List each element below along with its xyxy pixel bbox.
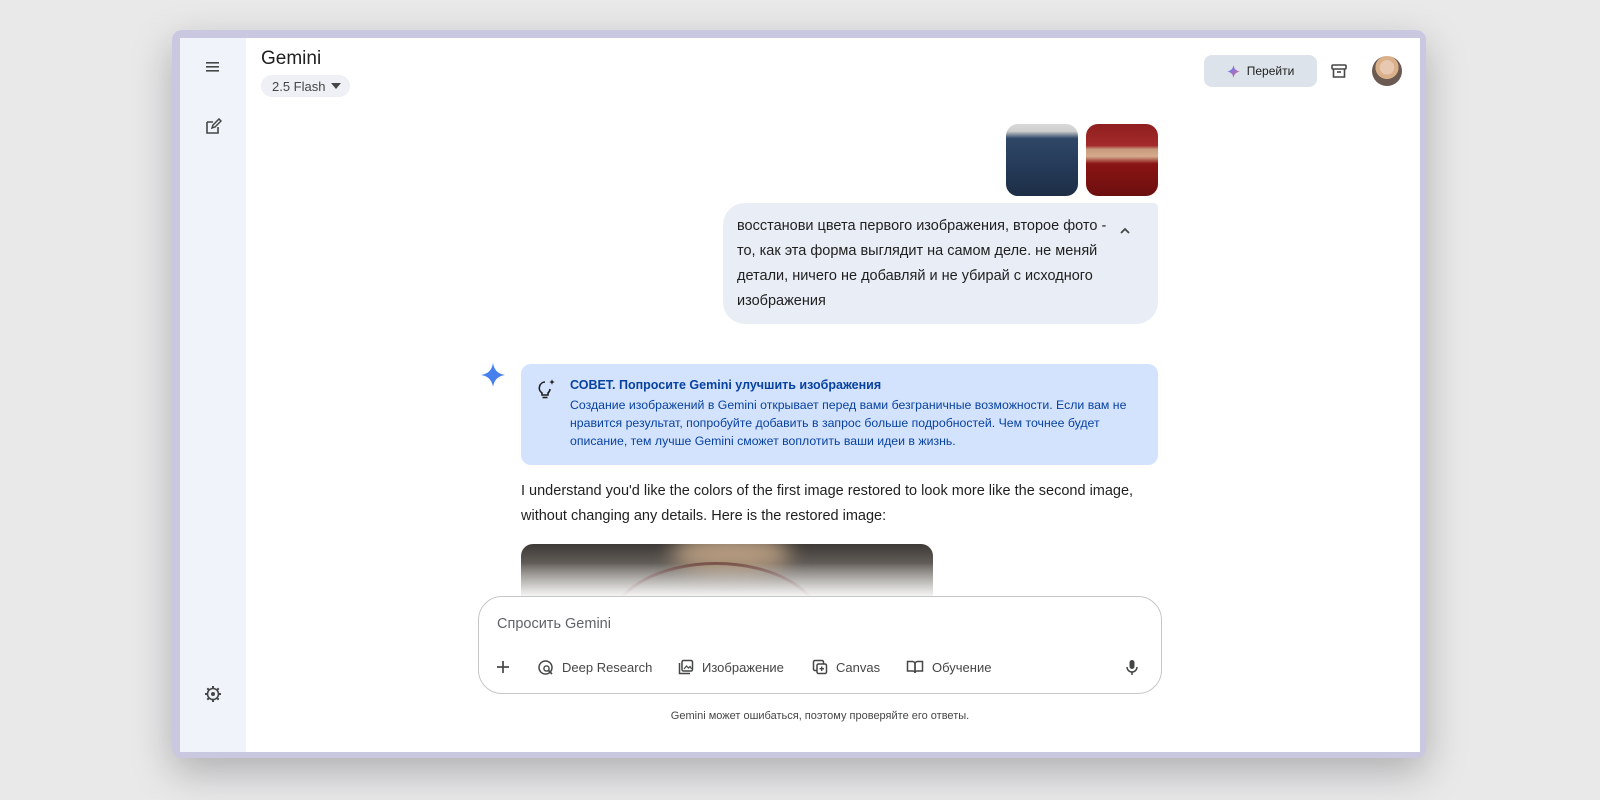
uploaded-image-2[interactable] <box>1086 124 1158 196</box>
menu-button[interactable] <box>197 51 229 83</box>
new-chat-button[interactable] <box>197 111 229 143</box>
canvas-button[interactable]: Canvas <box>812 655 880 679</box>
gemini-spark-icon <box>1226 64 1240 78</box>
book-icon <box>906 660 924 674</box>
user-message-bubble: восстанови цвета первого изображения, вт… <box>723 203 1158 324</box>
microphone-button[interactable] <box>1125 655 1139 679</box>
deep-research-icon <box>538 659 553 675</box>
menu-icon <box>206 62 219 72</box>
learning-label: Обучение <box>932 659 992 675</box>
deep-research-label: Deep Research <box>562 659 653 675</box>
tip-body: Создание изображений в Gemini открывает … <box>570 398 1127 448</box>
learning-button[interactable]: Обучение <box>906 655 991 679</box>
response-text: I understand you'd like the colors of th… <box>521 483 1134 524</box>
image-gen-icon <box>678 659 694 675</box>
caret-down-icon <box>331 83 342 89</box>
add-button[interactable] <box>495 655 511 679</box>
image-tool-button[interactable]: Изображение <box>678 655 784 679</box>
user-message-text: восстанови цвета первого изображения, вт… <box>737 218 1107 309</box>
model-selector[interactable]: 2.5 Flash <box>261 75 351 97</box>
disclaimer: Gemini может ошибаться, поэтому проверяй… <box>670 710 970 722</box>
archive-button[interactable] <box>1324 56 1354 86</box>
plus-icon <box>497 661 509 673</box>
uploaded-image-1[interactable] <box>1006 124 1078 196</box>
deep-research-button[interactable]: Deep Research <box>537 655 652 679</box>
model-label: 2.5 Flash <box>272 78 326 94</box>
image-tool-label: Изображение <box>702 659 784 675</box>
gemini-spark-icon <box>481 363 505 387</box>
lightbulb-icon <box>538 379 555 399</box>
collapse-message-button[interactable] <box>1113 219 1137 243</box>
settings-button[interactable] <box>197 678 229 710</box>
prompt-composer: Deep Research Изображение <box>478 596 1162 694</box>
canvas-icon <box>812 659 828 675</box>
microphone-icon <box>1126 659 1138 675</box>
avatar[interactable] <box>1372 56 1402 86</box>
gear-icon <box>205 686 221 702</box>
scroll-fade <box>446 563 1246 599</box>
canvas-label: Canvas <box>836 659 881 675</box>
upgrade-label: Перейти <box>1246 64 1295 78</box>
gemini-app: Gemini 2.5 Flash Перейти восстанови цвет… <box>180 38 1420 752</box>
chevron-up-icon <box>1120 227 1130 234</box>
sidebar <box>180 38 246 752</box>
tip-title: СОВЕТ. Попросите Gemini улучшить изображ… <box>570 378 882 392</box>
prompt-input[interactable] <box>497 613 1097 635</box>
app-title: Gemini <box>261 48 322 69</box>
tip-card: СОВЕТ. Попросите Gemini улучшить изображ… <box>521 364 1158 465</box>
main-area: Gemini 2.5 Flash Перейти восстанови цвет… <box>246 38 1420 752</box>
upgrade-button[interactable]: Перейти <box>1204 55 1317 87</box>
browser-window: Gemini 2.5 Flash Перейти восстанови цвет… <box>172 30 1426 758</box>
edit-icon <box>206 118 222 134</box>
archive-icon <box>1331 64 1347 78</box>
